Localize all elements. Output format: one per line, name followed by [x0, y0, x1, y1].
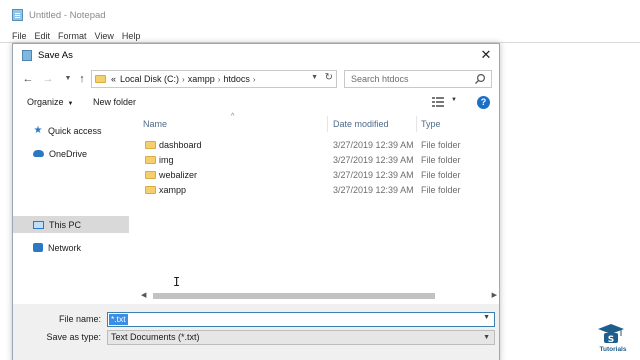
chevron-down-icon[interactable]: ▼	[483, 314, 490, 321]
close-icon[interactable]: ✕	[479, 48, 493, 62]
star-icon: ★	[33, 124, 43, 136]
file-name-label: File name:	[58, 314, 101, 324]
nav-item-quick-access[interactable]: ★ Quick access	[13, 122, 129, 139]
computer-icon	[33, 220, 44, 229]
network-icon	[33, 243, 43, 252]
folder-icon	[95, 75, 106, 83]
file-type: File folder	[421, 185, 461, 195]
recent-locations-chevron-icon[interactable]: ▼	[61, 71, 75, 87]
dialog-title: Save As	[38, 49, 73, 61]
nav-item-label: This PC	[49, 219, 82, 230]
view-options-icon[interactable]	[432, 97, 444, 107]
chevron-down-icon[interactable]: ▼	[311, 74, 318, 81]
column-header-name[interactable]: Name	[143, 119, 167, 129]
file-list: ^ Name Date modified Type dashboard 3/27…	[131, 113, 499, 290]
navigation-pane: ★ Quick access OneDrive This PC Network	[13, 116, 131, 302]
file-date: 3/27/2019 12:39 AM	[333, 185, 414, 195]
menu-file[interactable]: File	[12, 31, 27, 41]
nav-item-label: OneDrive	[49, 148, 88, 159]
breadcrumb-xampp[interactable]: xampp	[188, 74, 215, 84]
i-beam-cursor-icon: I	[173, 275, 181, 289]
search-placeholder: Search htdocs	[351, 74, 409, 84]
folder-icon	[145, 171, 156, 179]
address-row: ← → ▼ ↑ « Local Disk (C:) › xampp › htdo…	[13, 68, 499, 90]
refresh-icon[interactable]: ↻	[325, 72, 333, 83]
chevron-down-icon: ▼	[67, 101, 74, 107]
file-date: 3/27/2019 12:39 AM	[333, 140, 414, 150]
breadcrumb-local-disk[interactable]: Local Disk (C:)	[120, 74, 179, 84]
save-options-area: File name: *.txt ▼ Save as type: Text Do…	[13, 304, 499, 360]
notepad-app-icon	[12, 9, 23, 21]
file-name-field[interactable]: *.txt ▼	[107, 312, 495, 327]
file-type: File folder	[421, 170, 461, 180]
file-name: dashboard	[159, 140, 202, 150]
save-type-value: Text Documents (*.txt)	[111, 332, 200, 342]
folder-icon	[145, 186, 156, 194]
watermark-text: Tutorials	[599, 346, 627, 353]
column-divider[interactable]	[416, 116, 417, 132]
folder-icon	[145, 141, 156, 149]
file-date: 3/27/2019 12:39 AM	[333, 170, 414, 180]
menu-help[interactable]: Help	[122, 31, 141, 41]
column-divider[interactable]	[327, 116, 328, 132]
notepad-titlebar: Untitled - Notepad	[0, 0, 640, 30]
dialog-titlebar: Save As ✕	[13, 44, 499, 66]
nav-item-label: Quick access	[48, 125, 102, 136]
search-input[interactable]: Search htdocs	[344, 70, 492, 88]
file-date: 3/27/2019 12:39 AM	[333, 155, 414, 165]
svg-text:S: S	[608, 335, 614, 345]
scrollbar-thumb[interactable]	[153, 293, 435, 299]
nav-item-this-pc[interactable]: This PC	[13, 216, 129, 233]
save-type-label: Save as type:	[46, 332, 101, 342]
menu-format[interactable]: Format	[58, 31, 87, 41]
organize-button[interactable]: Organize ▼	[27, 97, 73, 107]
save-type-select[interactable]: Text Documents (*.txt) ▼	[107, 330, 495, 345]
chevron-down-icon[interactable]: ▼	[451, 97, 457, 103]
new-folder-button[interactable]: New folder	[93, 97, 136, 107]
cloud-icon	[33, 150, 44, 157]
file-name: img	[159, 155, 174, 165]
file-name: xampp	[159, 185, 187, 195]
back-arrow-icon[interactable]: ←	[21, 71, 35, 87]
menu-edit[interactable]: Edit	[35, 31, 51, 41]
file-name: webalizer	[159, 170, 198, 180]
breadcrumb-htdocs[interactable]: htdocs	[223, 74, 250, 84]
file-type: File folder	[421, 140, 461, 150]
forward-arrow-icon[interactable]: →	[41, 71, 55, 87]
file-row[interactable]: xampp 3/27/2019 12:39 AM File folder	[131, 183, 499, 198]
address-bar[interactable]: « Local Disk (C:) › xampp › htdocs › ▼ ↻	[91, 70, 337, 88]
nav-item-network[interactable]: Network	[13, 239, 129, 256]
chevron-down-icon[interactable]: ▼	[483, 331, 490, 344]
file-name-value[interactable]: *.txt	[109, 314, 128, 325]
file-list-header: ^ Name Date modified Type	[131, 113, 499, 132]
sort-ascending-icon: ^	[231, 113, 235, 120]
window-title: Untitled - Notepad	[29, 9, 106, 21]
file-type: File folder	[421, 155, 461, 165]
chevron-right-icon[interactable]: ›	[218, 75, 221, 84]
file-row[interactable]: dashboard 3/27/2019 12:39 AM File folder	[131, 138, 499, 153]
search-icon[interactable]	[474, 73, 486, 85]
organize-label: Organize	[27, 97, 64, 107]
help-icon[interactable]: ?	[477, 96, 490, 109]
chevron-right-icon[interactable]: ›	[182, 75, 185, 84]
scroll-right-icon[interactable]: ▶	[492, 290, 497, 302]
file-row[interactable]: img 3/27/2019 12:39 AM File folder	[131, 153, 499, 168]
command-bar: Organize ▼ New folder ▼ ?	[13, 92, 499, 114]
nav-item-label: Network	[48, 242, 82, 253]
notepad-menubar: File Edit Format View Help	[0, 30, 640, 42]
folder-icon	[145, 156, 156, 164]
nav-item-onedrive[interactable]: OneDrive	[13, 145, 129, 162]
dialog-app-icon	[22, 49, 32, 61]
column-header-date[interactable]: Date modified	[333, 119, 389, 129]
column-header-type[interactable]: Type	[421, 119, 441, 129]
menu-view[interactable]: View	[95, 31, 114, 41]
chevron-right-icon[interactable]: ›	[253, 75, 256, 84]
up-arrow-icon[interactable]: ↑	[75, 71, 89, 87]
file-row[interactable]: webalizer 3/27/2019 12:39 AM File folder	[131, 168, 499, 183]
scroll-left-icon[interactable]: ◀	[141, 290, 146, 302]
breadcrumb-overflow[interactable]: «	[111, 74, 116, 84]
save-as-dialog: Save As ✕ ← → ▼ ↑ « Local Disk (C:) › xa…	[12, 43, 500, 360]
horizontal-scrollbar[interactable]: ◀ ▶	[131, 290, 499, 302]
